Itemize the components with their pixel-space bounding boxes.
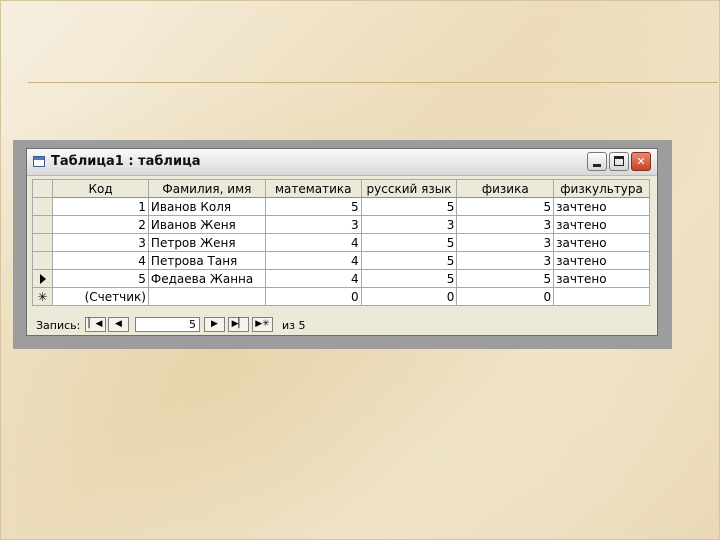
row-selector-current[interactable]	[31, 269, 54, 288]
cell-name[interactable]: Петрова Таня	[147, 251, 266, 270]
column-header-russian[interactable]: русский язык	[360, 179, 458, 198]
column-header-pe[interactable]: физкультура	[553, 179, 650, 198]
next-record-icon: ▶	[211, 319, 218, 329]
new-record-button[interactable]: ▶✳	[252, 317, 273, 332]
cell-physics[interactable]: 5	[456, 269, 555, 288]
cell-physics[interactable]: 3	[456, 251, 555, 270]
table-row: 4 Петрова Таня 4 5 3 зачтено	[31, 251, 650, 270]
row-selector[interactable]	[31, 215, 54, 234]
cell-pe-new[interactable]	[553, 287, 650, 306]
cell-code[interactable]: 5	[52, 269, 149, 288]
row-selector[interactable]	[31, 233, 54, 252]
last-record-icon: ▶▏	[231, 319, 246, 329]
new-record-row: ✳ (Счетчик) 0 0 0	[31, 287, 650, 306]
window-title: Таблица1 : таблица	[51, 154, 201, 169]
last-record-button[interactable]: ▶▏	[228, 317, 249, 332]
cell-name[interactable]: Петров Женя	[147, 233, 266, 252]
cell-russian-new[interactable]: 0	[360, 287, 458, 306]
cell-russian[interactable]: 5	[360, 233, 458, 252]
table-row: 2 Иванов Женя 3 3 3 зачтено	[31, 215, 650, 234]
cell-physics[interactable]: 3	[456, 215, 555, 234]
row-selector[interactable]	[31, 251, 54, 270]
cell-code[interactable]: 4	[52, 251, 149, 270]
column-header-name[interactable]: Фамилия, имя	[147, 179, 266, 198]
column-header-code[interactable]: Код	[52, 179, 149, 198]
maximize-icon	[614, 156, 624, 166]
table-row: 1 Иванов Коля 5 5 5 зачтено	[31, 197, 650, 216]
table-row: 3 Петров Женя 4 5 3 зачтено	[31, 233, 650, 252]
close-button[interactable]: ✕	[631, 152, 651, 171]
cell-code[interactable]: 2	[52, 215, 149, 234]
first-record-icon: ▏◀	[88, 319, 103, 329]
previous-record-button[interactable]: ◀	[108, 317, 129, 332]
cell-name[interactable]: Иванов Женя	[147, 215, 266, 234]
row-selector[interactable]	[31, 197, 54, 216]
new-record-nav-icon: ▶✳	[255, 319, 270, 329]
current-record-input[interactable]: 5	[135, 317, 200, 332]
cell-pe[interactable]: зачтено	[553, 269, 650, 288]
next-record-button[interactable]: ▶	[204, 317, 225, 332]
record-pointer-icon	[39, 274, 46, 284]
cell-code-new[interactable]: (Счетчик)	[52, 287, 149, 306]
cell-math-new[interactable]: 0	[264, 287, 362, 306]
slide-divider-line	[28, 82, 718, 83]
cell-math[interactable]: 4	[264, 233, 362, 252]
cell-russian[interactable]: 5	[360, 197, 458, 216]
cell-russian[interactable]: 5	[360, 251, 458, 270]
minimize-button[interactable]	[587, 152, 607, 171]
cell-pe[interactable]: зачтено	[553, 233, 650, 252]
cell-math[interactable]: 4	[264, 269, 362, 288]
cell-math[interactable]: 3	[264, 215, 362, 234]
minimize-icon	[593, 164, 601, 167]
row-selector-new[interactable]: ✳	[31, 287, 54, 306]
table-row-current: 5 Федаева Жанна 4 5 5 зачтено	[31, 269, 650, 288]
cell-pe[interactable]: зачтено	[553, 215, 650, 234]
cell-russian[interactable]: 5	[360, 269, 458, 288]
column-header-physics[interactable]: физика	[456, 179, 555, 198]
column-header-math[interactable]: математика	[264, 179, 362, 198]
cell-physics[interactable]: 3	[456, 233, 555, 252]
new-record-icon: ✳	[37, 289, 48, 304]
maximize-button[interactable]	[609, 152, 629, 171]
cell-name[interactable]: Федаева Жанна	[147, 269, 266, 288]
record-label: Запись:	[36, 319, 81, 332]
datasheet-grid: Код Фамилия, имя математика русский язык…	[31, 179, 650, 306]
cell-pe[interactable]: зачтено	[553, 251, 650, 270]
close-icon: ✕	[636, 155, 646, 168]
select-all-cell[interactable]	[31, 179, 54, 198]
table-icon	[33, 156, 45, 167]
cell-math[interactable]: 5	[264, 197, 362, 216]
window-titlebar[interactable]: Таблица1 : таблица ✕	[27, 149, 657, 176]
first-record-button[interactable]: ▏◀	[85, 317, 106, 332]
table-window: Таблица1 : таблица ✕ Код Фамилия, имя ма…	[26, 148, 658, 336]
cell-name[interactable]: Иванов Коля	[147, 197, 266, 216]
cell-physics[interactable]: 5	[456, 197, 555, 216]
cell-code[interactable]: 3	[52, 233, 149, 252]
cell-pe[interactable]: зачтено	[553, 197, 650, 216]
previous-record-icon: ◀	[115, 319, 122, 329]
cell-name-new[interactable]	[147, 287, 266, 306]
record-count: из 5	[282, 319, 306, 332]
cell-code[interactable]: 1	[52, 197, 149, 216]
cell-physics-new[interactable]: 0	[456, 287, 555, 306]
cell-russian[interactable]: 3	[360, 215, 458, 234]
cell-math[interactable]: 4	[264, 251, 362, 270]
header-row: Код Фамилия, имя математика русский язык…	[31, 179, 650, 198]
record-navigation-bar: Запись: ▏◀ ◀ 5 ▶ ▶▏ ▶✳ из 5	[32, 315, 650, 335]
